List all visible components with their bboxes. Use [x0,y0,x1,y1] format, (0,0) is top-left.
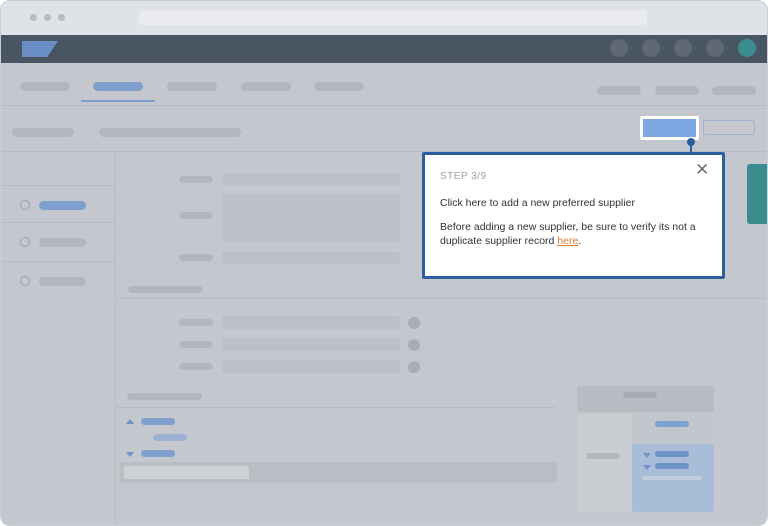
sidebar-border [115,152,116,525]
divider [116,407,556,408]
caret-up-icon[interactable] [126,419,134,424]
browser-window: STEP 3/9 ✕ Click here to add a new prefe… [0,0,768,526]
panel-cell [632,414,714,444]
nav-tab[interactable] [314,82,364,91]
divider [1,185,115,186]
field-label [179,176,213,183]
section-header [128,286,203,293]
nav-tab[interactable] [20,82,70,91]
text-field[interactable] [222,360,400,373]
close-icon[interactable]: ✕ [695,161,709,178]
tooltip-body-end: . [578,234,582,247]
sidebar-item-selected[interactable] [39,201,86,210]
nav-action[interactable] [712,86,756,95]
text-field[interactable] [222,316,400,329]
tooltip-body: Before adding a new supplier, be sure to… [440,221,700,248]
step-counter: STEP 3/9 [440,171,487,182]
panel-link[interactable] [655,421,689,427]
field-label [179,363,213,370]
panel-label [586,453,620,459]
text-field[interactable] [222,173,400,185]
radio-icon[interactable] [20,200,30,210]
tooltip-title: Click here to add a new preferred suppli… [440,197,635,209]
nav-tab[interactable] [167,82,217,91]
breadcrumb-placeholder [99,128,241,137]
header-circle-icon[interactable] [674,39,692,57]
header-circle-icon[interactable] [642,39,660,57]
field-label [179,254,213,261]
sidebar-item[interactable] [39,238,86,247]
divider [1,261,115,262]
info-icon[interactable] [408,361,420,373]
caret-down-icon[interactable] [126,452,134,457]
active-tab-underline [81,100,155,102]
text-field[interactable] [222,338,400,351]
sidebar-item[interactable] [39,277,86,286]
window-dot-icon[interactable] [30,14,37,21]
walkthrough-tooltip: STEP 3/9 ✕ Click here to add a new prefe… [422,152,725,279]
tree-item[interactable] [141,418,175,425]
browser-titlebar [1,1,767,35]
table-cell [124,466,249,479]
side-feedback-tab[interactable] [747,164,767,224]
window-dot-icon[interactable] [58,14,65,21]
nav-tab[interactable] [241,82,291,91]
nav-action[interactable] [597,86,641,95]
nav-action[interactable] [655,86,699,95]
caret-down-icon[interactable] [643,465,651,470]
header-circle-icon[interactable] [706,39,724,57]
add-supplier-button-highlight[interactable] [640,116,699,140]
radio-icon[interactable] [20,237,30,247]
radio-icon[interactable] [20,276,30,286]
window-dot-icon[interactable] [44,14,51,21]
field-label [179,212,213,219]
field-label [179,319,213,326]
tree-item-child[interactable] [153,434,187,441]
divider [116,298,767,299]
panel-header [577,386,714,412]
caret-down-icon[interactable] [643,453,651,458]
textarea-field[interactable] [222,194,400,242]
add-supplier-button[interactable] [643,119,696,137]
tooltip-pointer-dot [687,138,695,146]
panel-title [623,392,657,398]
divider [1,105,767,106]
panel-link[interactable] [655,451,689,457]
nav-tab-active[interactable] [93,82,143,91]
divider [1,222,115,223]
list-header [127,393,202,400]
panel-link[interactable] [655,463,689,469]
address-bar[interactable] [139,10,647,25]
secondary-button[interactable] [703,120,755,135]
info-icon[interactable] [408,339,420,351]
info-icon[interactable] [408,317,420,329]
field-label [179,341,213,348]
header-circle-icon[interactable] [610,39,628,57]
duplicate-check-link[interactable]: here [557,235,578,247]
avatar-icon[interactable] [738,39,756,57]
tree-item[interactable] [141,450,175,457]
text-field[interactable] [222,252,400,264]
page-title-placeholder [12,128,74,137]
panel-text [642,476,702,480]
